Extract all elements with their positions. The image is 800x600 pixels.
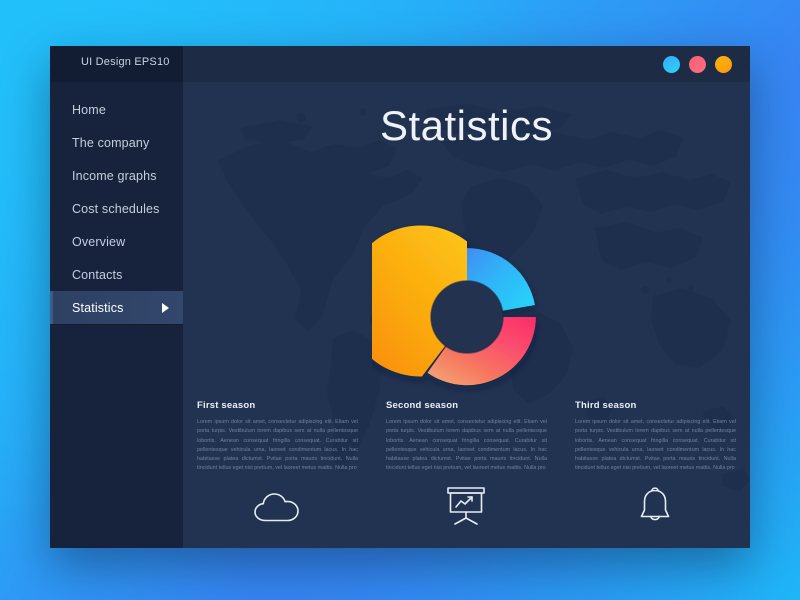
play-triangle-icon (162, 302, 169, 313)
sidebar-item-label: Contacts (72, 267, 123, 282)
sidebar-item-home[interactable]: Home (50, 93, 183, 126)
app-window: UI Design EPS10 Home The company Income … (50, 46, 750, 548)
column-title: Third season (574, 400, 637, 411)
sidebar-item-income-graphs[interactable]: Income graphs (50, 159, 183, 192)
page-title: Statistics (379, 102, 554, 149)
bell-icon[interactable] (575, 483, 736, 529)
column-title: First season (197, 400, 256, 411)
column-body: Lorem ipsum dolor sit amet, consectetur … (197, 419, 358, 472)
presentation-chart-icon[interactable] (386, 483, 547, 529)
column-body: Lorem ipsum dolor sit amet, consectetur … (574, 419, 736, 472)
season-columns: First season Lorem ipsum dolor sit amet,… (183, 400, 750, 548)
window-dot-pink-icon[interactable] (689, 56, 706, 73)
donut-chart (344, 222, 562, 412)
sidebar-item-overview[interactable]: Overview (50, 225, 183, 258)
column-body: Lorem ipsum dolor sit amet, consectetur … (385, 419, 547, 472)
window-dot-blue-icon[interactable] (663, 56, 680, 73)
sidebar-item-label: Home (72, 102, 106, 117)
sidebar-item-contacts[interactable]: Contacts (50, 258, 183, 291)
window-controls[interactable] (663, 56, 732, 73)
sidebar: Home The company Income graphs Cost sche… (50, 82, 183, 548)
main-content: Statistics First season Lorem ipsum dolo… (183, 82, 750, 548)
title-bar: UI Design EPS10 (50, 46, 750, 82)
sidebar-item-label: The company (72, 135, 150, 150)
sidebar-item-cost-schedules[interactable]: Cost schedules (50, 192, 183, 225)
sidebar-item-label: Overview (72, 234, 126, 249)
donut-chart-svg (344, 225, 536, 386)
sidebar-item-the-company[interactable]: The company (50, 126, 183, 159)
sidebar-item-label: Cost schedules (72, 201, 160, 216)
sidebar-item-statistics[interactable]: Statistics (50, 291, 183, 324)
season-column-first: First season Lorem ipsum dolor sit amet,… (183, 400, 372, 548)
window-dot-orange-icon[interactable] (715, 56, 732, 73)
season-column-second: Second season Lorem ipsum dolor sit amet… (372, 400, 561, 548)
season-column-third: Third season Lorem ipsum dolor sit amet,… (561, 400, 750, 548)
sidebar-item-label: Statistics (72, 300, 124, 315)
cloud-icon[interactable] (197, 483, 358, 529)
app-title: UI Design EPS10 (81, 56, 170, 68)
column-title: Second season (385, 400, 459, 411)
sidebar-item-label: Income graphs (72, 168, 157, 183)
